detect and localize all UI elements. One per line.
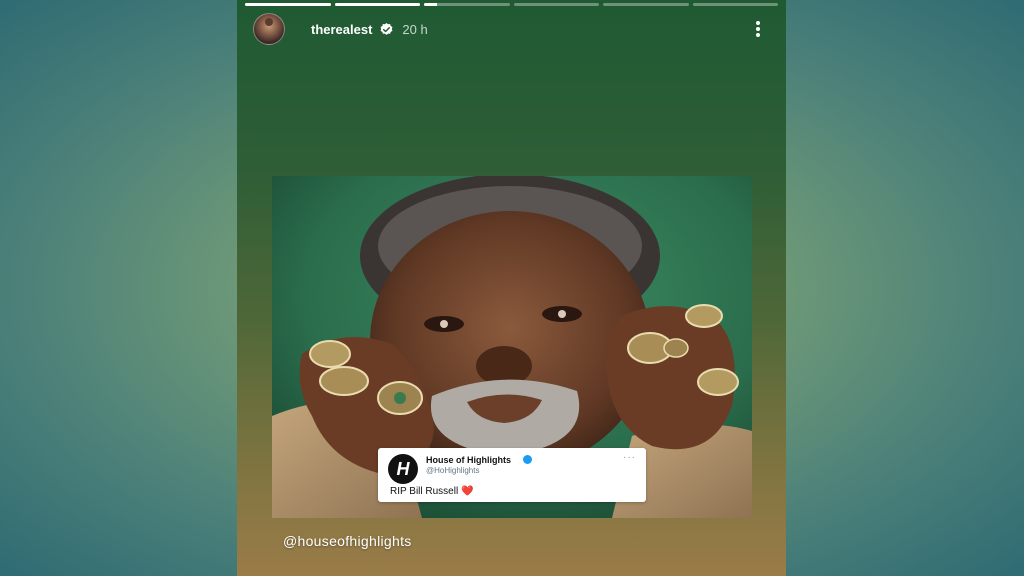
story-viewer[interactable]: therealest 20 h H House of Highlights @H… xyxy=(237,0,786,576)
embedded-tweet-card[interactable]: H House of Highlights @HoHighlights ··· … xyxy=(378,448,646,502)
post-time: 20 h xyxy=(402,21,428,37)
story-progress-segment xyxy=(424,3,510,6)
tweet-display-name: House of Highlights xyxy=(426,455,511,465)
heart-emoji: ❤️ xyxy=(461,486,474,497)
username[interactable]: therealest xyxy=(311,22,372,37)
story-progress-fill xyxy=(334,3,420,6)
story-progress-segment xyxy=(245,3,331,6)
story-progress-segment xyxy=(603,3,689,6)
house-of-highlights-logo: H xyxy=(388,454,418,484)
tweet-more-icon: ··· xyxy=(623,452,636,463)
story-progress-fill xyxy=(245,3,331,6)
mention-sticker[interactable]: @houseofhighlights xyxy=(283,533,412,549)
user-avatar[interactable] xyxy=(253,13,285,45)
story-progress-bar xyxy=(245,3,778,6)
more-vertical-icon[interactable] xyxy=(746,17,770,41)
story-progress-segment xyxy=(334,3,420,6)
tweet-text-body: RIP Bill Russell xyxy=(390,486,459,497)
tweet-handle: @HoHighlights xyxy=(426,466,480,475)
story-progress-segment xyxy=(692,3,778,6)
shared-post-photo[interactable]: H House of Highlights @HoHighlights ··· … xyxy=(272,176,752,518)
story-progress-fill xyxy=(424,3,437,6)
tweet-text: RIP Bill Russell ❤️ xyxy=(390,486,474,497)
verified-check-icon xyxy=(378,21,394,37)
story-progress-segment xyxy=(513,3,599,6)
tweet-verified-icon xyxy=(523,455,532,464)
story-header: therealest 20 h xyxy=(253,13,770,45)
